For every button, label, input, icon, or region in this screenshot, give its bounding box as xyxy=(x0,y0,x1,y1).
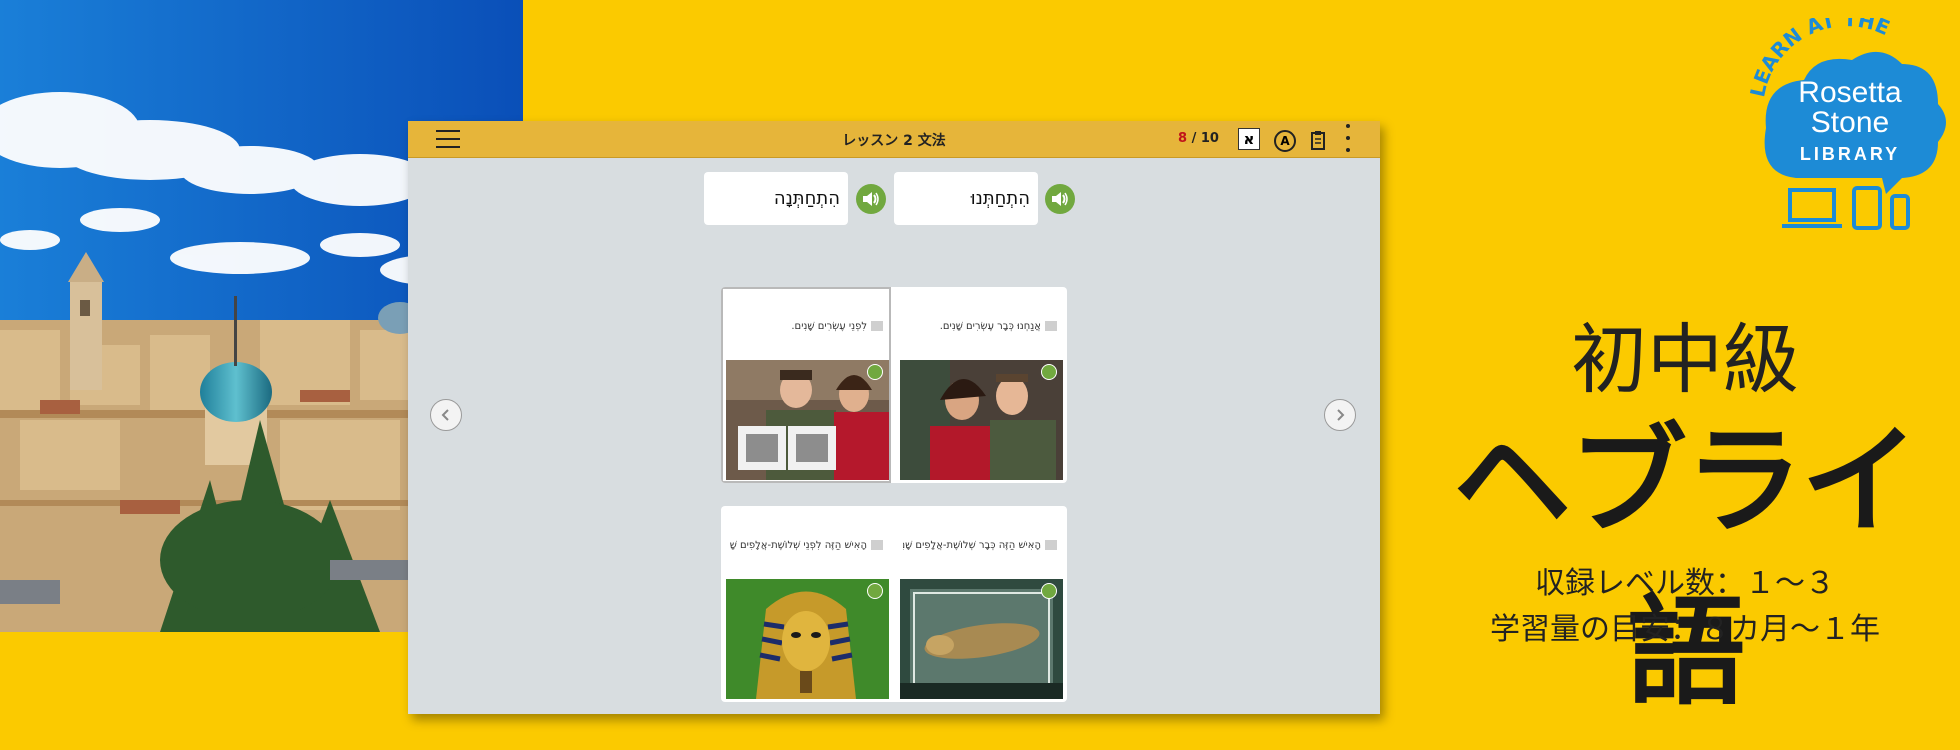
image-choice-card[interactable]: אֲנַחְנוּ כְּבָר עֶשְׂרִים שָׁנִים. xyxy=(895,287,1065,483)
speaker-icon[interactable] xyxy=(1041,364,1057,380)
logo-line3: LIBRARY xyxy=(1800,144,1900,164)
word-choice-text: הִתְחַתְּנוּ xyxy=(970,188,1030,209)
audio-checkbox xyxy=(871,321,883,331)
speaker-icon[interactable] xyxy=(867,364,883,380)
clipboard-icon[interactable] xyxy=(1311,128,1325,152)
couple-holding-wedding-photos-image xyxy=(726,360,889,480)
app-toolbar: レッスン 2 文法 8 / 10 א A xyxy=(408,121,1380,158)
answer-hint-icon[interactable]: A xyxy=(1274,130,1296,152)
logo-line2: Stone xyxy=(1811,106,1889,139)
lesson-title: レッスン 2 文法 xyxy=(842,133,946,149)
previous-arrow-button[interactable] xyxy=(430,399,462,431)
progress-counter: 8 / 10 xyxy=(1178,131,1219,146)
image-caption: לִפְנֵי עֶשְׂרִים שָׁנִים. xyxy=(791,321,867,332)
image-caption: אֲנַחְנוּ כְּבָר עֶשְׂרִים שָׁנִים. xyxy=(939,321,1041,332)
language-title: ヘブライ語 xyxy=(1452,412,1919,721)
word-choice-1[interactable]: הִתְחַתְּנָה xyxy=(704,172,848,225)
audio-checkbox xyxy=(1045,321,1057,331)
lesson-app-window: レッスン 2 文法 8 / 10 א A הִתְחַתְּנָה הִתְחַ… xyxy=(408,121,1380,714)
progress-current: 8 xyxy=(1178,131,1188,146)
image-caption: הָאִישׁ הַזֶּה כְּבָר שְׁלוֹשֶׁת-אֲלָפִי… xyxy=(903,540,1041,551)
levels-info: 収録レベル数：１～３ xyxy=(1535,566,1835,601)
speaker-icon[interactable] xyxy=(1041,583,1057,599)
study-duration-info: 学習量の目安：８カ月～１年 xyxy=(1490,612,1880,647)
devices-icon xyxy=(1782,186,1910,230)
mummy-in-display-case-image xyxy=(900,579,1063,699)
progress-total: / 10 xyxy=(1187,131,1219,146)
logo-line1: Rosetta xyxy=(1798,76,1902,109)
speaker-icon[interactable] xyxy=(856,184,886,214)
couple-smiling-portrait-image xyxy=(900,360,1063,480)
audio-checkbox xyxy=(1045,540,1057,550)
more-options-icon[interactable] xyxy=(1344,124,1352,152)
image-choice-card[interactable]: לִפְנֵי עֶשְׂרִים שָׁנִים. xyxy=(721,287,891,483)
speaker-icon[interactable] xyxy=(867,583,883,599)
image-caption: הָאִישׁ הַזֶּה לִפְנֵי שְׁלוֹשֶׁת-אֲלָפִ… xyxy=(729,540,867,551)
image-card-group: הָאִישׁ הַזֶּה לִפְנֵי שְׁלוֹשֶׁת-אֲלָפִ… xyxy=(721,506,1067,702)
next-arrow-button[interactable] xyxy=(1324,399,1356,431)
image-choice-card[interactable]: הָאִישׁ הַזֶּה לִפְנֵי שְׁלוֹשֶׁת-אֲלָפִ… xyxy=(721,506,891,702)
golden-pharaoh-mask-image xyxy=(726,579,889,699)
hebrew-keyboard-icon[interactable]: א xyxy=(1238,128,1260,150)
word-choice-text: הִתְחַתְּנָה xyxy=(773,188,840,209)
image-card-group: לִפְנֵי עֶשְׂרִים שָׁנִים. אֲנַחְנוּ כְּ… xyxy=(721,287,1067,483)
image-choice-card[interactable]: הָאִישׁ הַזֶּה כְּבָר שְׁלוֹשֶׁת-אֲלָפִי… xyxy=(895,506,1065,702)
speaker-icon[interactable] xyxy=(1045,184,1075,214)
rosetta-stone-library-logo: LEARN AT THE Rosetta Stone LIBRARY xyxy=(1742,7,1954,238)
word-choice-2[interactable]: הִתְחַתְּנוּ xyxy=(894,172,1038,225)
audio-checkbox xyxy=(871,540,883,550)
